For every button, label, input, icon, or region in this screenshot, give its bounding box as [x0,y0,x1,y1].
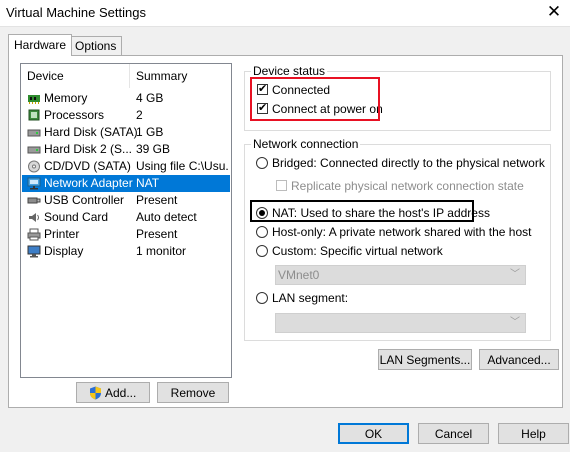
cd-dvd-icon [28,160,40,173]
network-adapter-icon [27,177,41,190]
custom-network-select[interactable]: VMnet0 ﹀ [275,265,526,285]
device-name: Processors [44,108,105,122]
cancel-button[interactable]: Cancel [418,423,489,444]
device-summary: 4 GB [136,91,164,105]
device-name: Sound Card [44,210,109,224]
device-name: USB Controller [44,193,125,207]
replicate-label[interactable]: Replicate physical network connection st… [291,179,524,193]
highlight-annotation [250,77,380,121]
device-name: Network Adapter [44,176,133,190]
replicate-checkbox[interactable] [276,180,287,191]
device-column-header[interactable]: Device [27,64,64,88]
close-icon[interactable]: ✕ [545,3,563,21]
device-row-sound-card[interactable]: Sound Card Auto detect [22,209,230,226]
summary-column-header[interactable]: Summary [136,64,187,88]
device-summary: 1 monitor [136,244,187,258]
device-status-label: Device status [251,64,328,78]
tab-options[interactable]: Options [69,36,123,55]
bridged-label[interactable]: Bridged: Connected directly to the physi… [272,156,545,170]
usb-icon [27,197,41,204]
column-divider[interactable] [129,64,130,88]
device-row-cd-dvd[interactable]: CD/DVD (SATA) Using file C:\Usu... [22,158,230,175]
tab-hardware[interactable]: Hardware [8,34,73,56]
device-name: Memory [44,91,88,105]
advanced-button[interactable]: Advanced... [479,349,559,370]
ok-button[interactable]: OK [338,423,409,444]
add-button-label: Add... [105,386,137,400]
device-row-usb-controller[interactable]: USB Controller Present [22,192,230,209]
device-row-hard-disk-sata[interactable]: Hard Disk (SATA) 1 GB [22,124,230,141]
chevron-down-icon: ﹀ [510,269,520,280]
hard-disk-icon [27,129,41,137]
lan-segment-label[interactable]: LAN segment: [272,291,348,305]
custom-network-value: VMnet0 [278,268,320,282]
device-summary: NAT [136,176,160,190]
device-summary: Present [136,193,178,207]
device-name: CD/DVD (SATA) [44,159,131,173]
device-name: Printer [44,227,80,241]
device-row-processors[interactable]: Processors 2 [22,107,230,124]
custom-label[interactable]: Custom: Specific virtual network [272,244,443,258]
sound-card-icon [29,213,39,222]
bridged-radio[interactable] [256,157,268,169]
window-title: Virtual Machine Settings [6,5,146,20]
printer-icon [27,228,41,241]
device-summary: 2 [136,108,143,122]
highlight-annotation [250,200,474,222]
device-summary: Auto detect [136,210,197,224]
hard-disk-icon [27,146,41,154]
device-row-network-adapter[interactable]: Network Adapter NAT [22,175,230,192]
lan-segment-radio[interactable] [256,292,268,304]
device-row-memory[interactable]: Memory 4 GB [22,90,230,107]
device-summary: 39 GB [136,142,171,156]
device-name: Display [44,244,84,258]
help-button[interactable]: Help [498,423,569,444]
device-row-printer[interactable]: Printer Present [22,226,230,243]
device-summary: Using file C:\Usu... [136,159,228,173]
device-row-display[interactable]: Display 1 monitor [22,243,230,260]
device-name: Hard Disk (SATA) [44,125,138,139]
host-only-radio[interactable] [256,226,268,238]
network-connection-label: Network connection [251,137,361,151]
processor-icon [28,109,40,121]
device-list[interactable]: Device Summary Memory 4 GB Processors 2 … [20,63,232,378]
display-icon [27,245,41,258]
remove-button[interactable]: Remove [157,382,229,403]
device-summary: 1 GB [136,125,164,139]
network-connection-group [244,144,551,341]
device-summary: Present [136,227,178,241]
device-name: Hard Disk 2 (S... [44,142,133,156]
memory-icon [28,95,40,104]
device-row-hard-disk-2[interactable]: Hard Disk 2 (S... 39 GB [22,141,230,158]
lan-segments-button[interactable]: LAN Segments... [378,349,472,370]
host-only-label[interactable]: Host-only: A private network shared with… [272,225,531,239]
lan-segment-select[interactable]: ﹀ [275,313,526,333]
uac-shield-icon [90,386,101,400]
chevron-down-icon: ﹀ [510,317,520,328]
add-button[interactable]: Add... [76,382,150,403]
custom-radio[interactable] [256,245,268,257]
